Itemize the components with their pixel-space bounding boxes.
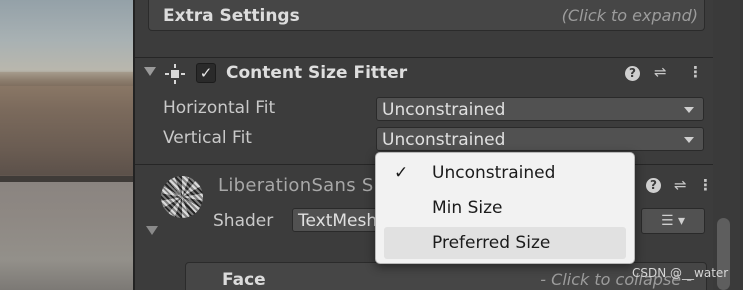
menu-item-label: Unconstrained xyxy=(432,163,556,183)
menu-item-min-size[interactable]: Min Size xyxy=(384,192,626,224)
shader-edit-button[interactable]: ☰ ▾ xyxy=(641,208,705,234)
material-name: LiberationSans S xyxy=(218,175,374,196)
face-foldout[interactable]: Face - Click to collapse - xyxy=(185,262,707,290)
material-foldout-icon[interactable] xyxy=(146,226,158,235)
scene-horizon xyxy=(0,72,133,86)
menu-item-unconstrained[interactable]: ✓ Unconstrained xyxy=(384,157,626,189)
menu-item-preferred-size[interactable]: Preferred Size xyxy=(384,227,626,259)
horizontal-fit-dropdown[interactable]: Unconstrained xyxy=(376,97,704,121)
vertical-fit-label: Vertical Fit xyxy=(163,128,252,148)
extra-settings-title: Extra Settings xyxy=(163,6,300,26)
menu-item-label: Preferred Size xyxy=(432,233,551,253)
component-enabled-checkbox[interactable]: ✓ xyxy=(196,63,216,83)
extra-settings-foldout[interactable]: Extra Settings (Click to expand) xyxy=(148,0,705,31)
unity-editor-view: Extra Settings (Click to expand) ✓ Conte… xyxy=(0,0,743,290)
dropdown-arrow-icon xyxy=(684,107,694,113)
component-title: Content Size Fitter xyxy=(226,63,408,83)
material-preview-thumbnail[interactable] xyxy=(161,176,203,218)
kebab-menu-icon[interactable]: ⋮ xyxy=(688,63,703,81)
shader-label: Shader xyxy=(213,211,274,231)
scene-view[interactable] xyxy=(0,0,133,290)
horizontal-fit-label: Horizontal Fit xyxy=(163,98,276,118)
content-size-fitter-header[interactable]: ✓ Content Size Fitter ? ⇌ ⋮ xyxy=(135,58,715,88)
material-help-icon[interactable]: ? xyxy=(646,178,661,193)
material-kebab-menu-icon[interactable]: ⋮ xyxy=(698,176,713,194)
face-title: Face xyxy=(222,270,266,290)
extra-settings-hint: (Click to expand) xyxy=(561,6,698,25)
checkmark-icon: ✓ xyxy=(394,163,409,183)
vertical-fit-value: Unconstrained xyxy=(382,130,506,150)
dropdown-arrow-icon xyxy=(684,137,694,143)
horizontal-fit-value: Unconstrained xyxy=(382,100,506,120)
menu-item-label: Min Size xyxy=(432,198,503,218)
material-presets-icon[interactable]: ⇌ xyxy=(674,176,687,194)
fit-mode-dropdown-menu: ✓ Unconstrained Min Size Preferred Size xyxy=(375,152,635,264)
foldout-icon[interactable] xyxy=(144,67,156,76)
vertical-fit-dropdown[interactable]: Unconstrained xyxy=(376,127,704,151)
presets-icon[interactable]: ⇌ xyxy=(654,63,667,81)
content-size-fitter-icon xyxy=(165,64,185,84)
help-icon[interactable]: ? xyxy=(625,66,640,81)
watermark-text: CSDN @__water xyxy=(632,266,729,280)
scene-ground-line xyxy=(0,176,133,182)
